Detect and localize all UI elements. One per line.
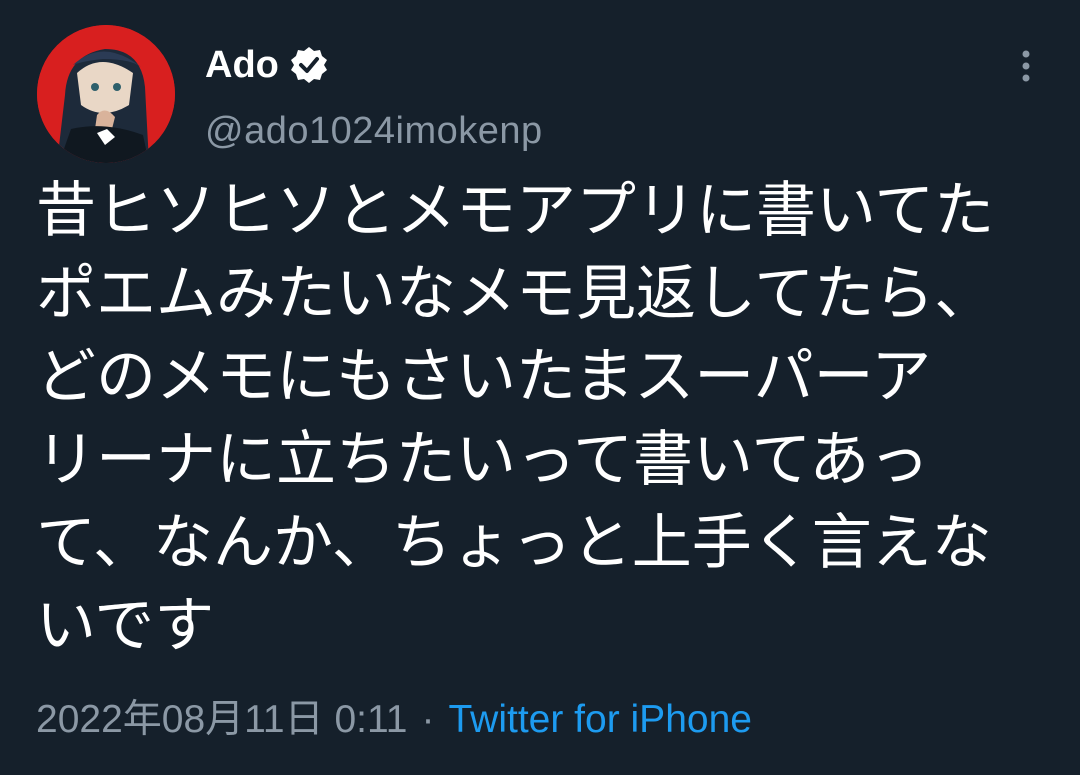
verified-badge-icon [289,45,329,85]
tweet-card: Ado @ado1024imokenp 昔ヒソヒソとメモアプリに書いてた ポエム… [0,0,1080,775]
tweet-text: 昔ヒソヒソとメモアプリに書いてた ポエムみたいなメモ見返してたら、 どのメモにも… [36,176,995,661]
more-options-icon [1022,50,1030,82]
avatar-image [37,25,175,163]
tweet-meta: 2022年08月11日 0:11 · Twitter for iPhone [36,690,752,750]
author-avatar[interactable] [37,25,175,163]
author-name[interactable]: Ado [205,40,279,90]
meta-separator: · [421,698,435,741]
author-handle[interactable]: @ado1024imokenp [205,106,543,156]
tweet-timestamp[interactable]: 2022年08月11日 0:11 [36,698,407,741]
author-name-row: Ado [205,40,329,90]
tweet-source-link[interactable]: Twitter for iPhone [448,698,751,741]
more-options-button[interactable] [1008,44,1044,88]
